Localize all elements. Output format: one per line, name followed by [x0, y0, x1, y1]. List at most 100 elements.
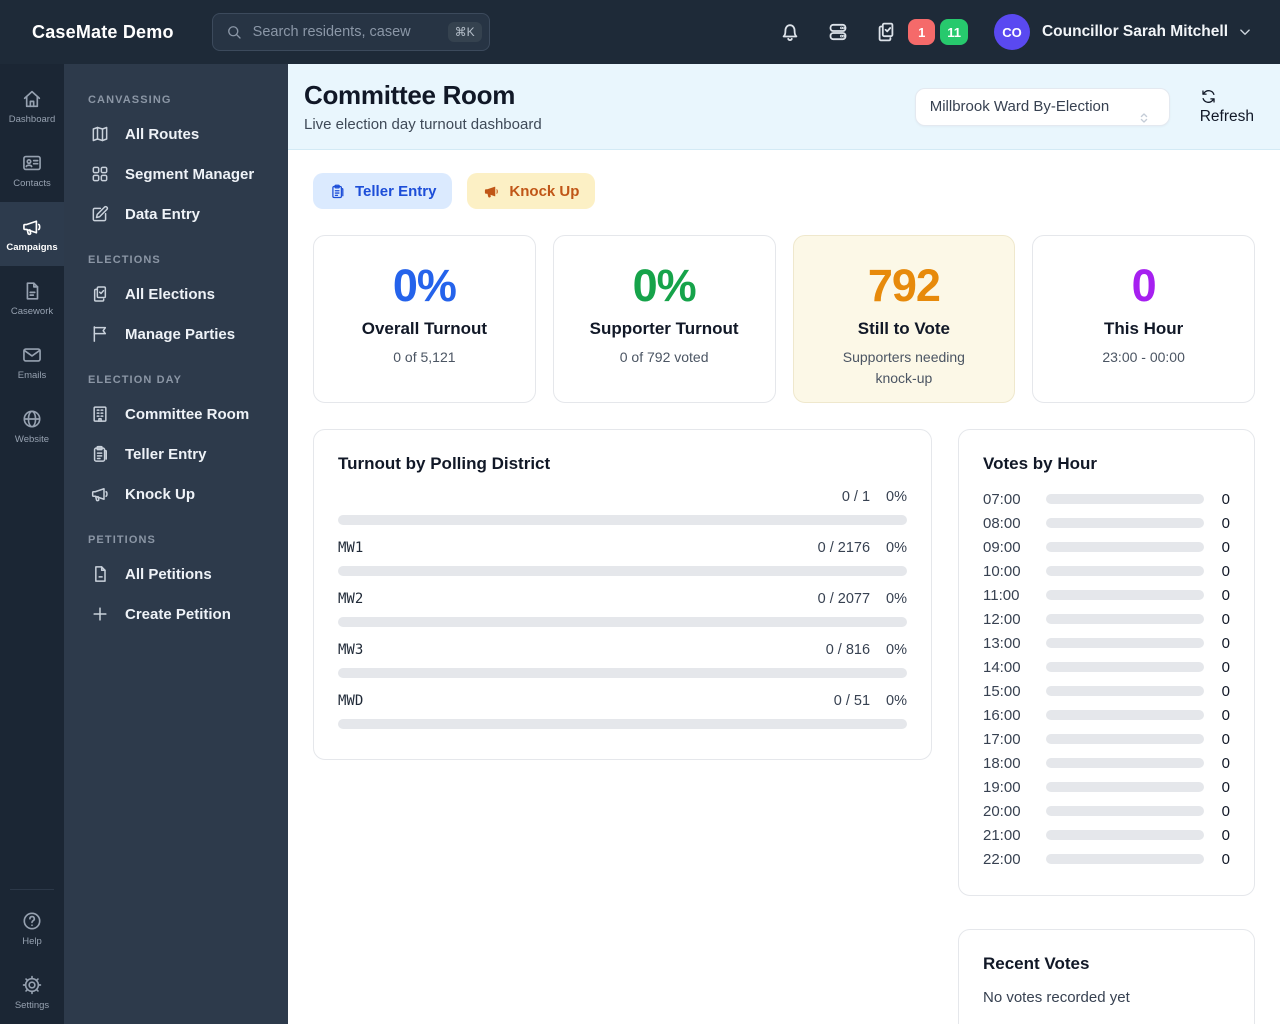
hour-bar: [1046, 590, 1204, 600]
select-updown-icon: [1140, 99, 1161, 123]
hour-label: 08:00: [983, 514, 1021, 532]
notifications-bell-icon[interactable]: [778, 20, 802, 44]
hour-label: 15:00: [983, 682, 1021, 700]
grid-icon: [92, 166, 108, 182]
clipboard-icon: [329, 183, 346, 200]
district-percent: 0%: [886, 642, 907, 658]
sidebar-item-committee-room[interactable]: Committee Room: [88, 394, 268, 434]
election-select[interactable]: Millbrook Ward By-Election: [914, 87, 1170, 126]
search-icon: [227, 26, 241, 39]
refresh-button[interactable]: Refresh: [1200, 88, 1254, 126]
hour-bar: [1046, 566, 1204, 576]
megaphone-icon: [483, 183, 500, 200]
hour-value: 0: [1221, 754, 1230, 772]
district-percent: 0%: [886, 591, 907, 607]
rail-item-campaigns[interactable]: Campaigns: [0, 202, 64, 266]
search-input[interactable]: [252, 24, 438, 40]
hour-row: 08:00 0: [983, 511, 1230, 535]
hour-value: 0: [1221, 730, 1230, 748]
stat-cards: 0% Overall Turnout 0 of 5,121 0% Supporter T…: [313, 235, 1255, 403]
rail-item-label: Dashboard: [8, 113, 56, 125]
hour-label: 09:00: [983, 538, 1021, 556]
rail-item-emails[interactable]: Emails: [0, 330, 64, 394]
hour-bar: [1046, 758, 1204, 768]
rail-item-website[interactable]: Website: [0, 394, 64, 458]
sidebar-item-label: Create Petition: [125, 605, 231, 623]
district-votes: 0 / 51: [833, 693, 871, 709]
sidebar-item-data-entry[interactable]: Data Entry: [88, 194, 268, 234]
district-row: MWD 0 / 51 0%: [338, 693, 907, 729]
home-icon: [23, 90, 41, 107]
rail-spacer: [0, 458, 64, 883]
sidebar-section-title: ELECTION DAY: [88, 374, 183, 386]
votes-by-hour-title: Votes by Hour: [983, 454, 1097, 473]
sidebar-item-teller-entry[interactable]: Teller Entry: [88, 434, 268, 474]
help-icon: [23, 911, 41, 930]
hour-row: 07:00 0: [983, 487, 1230, 511]
district-votes: 0 / 2077: [817, 591, 871, 607]
app-logo: CaseMate Demo: [32, 21, 174, 42]
document-icon: [26, 281, 39, 300]
recent-votes-empty-text: No votes recorded yet: [983, 989, 1130, 1006]
district-row: MW3 0 / 816 0%: [338, 642, 907, 678]
sidebar-section-title: PETITIONS: [88, 534, 156, 546]
hour-row: 16:00 0: [983, 703, 1230, 727]
hour-row: 21:00 0: [983, 823, 1230, 847]
updown-icon: [1140, 112, 1147, 123]
avatar[interactable]: CO: [993, 14, 1030, 50]
envelope-icon: [23, 347, 41, 362]
tasks-clipboard-icon[interactable]: [874, 20, 898, 44]
district-votes: 0 / 1: [841, 489, 871, 505]
hour-bar: [1046, 734, 1204, 744]
sidebar-item-label: Knock Up: [125, 485, 196, 503]
sidebar-item-create-petition[interactable]: Create Petition: [88, 594, 268, 634]
sidebar-item-knock-up[interactable]: Knock Up: [88, 474, 268, 514]
sidebar-item-all-petitions[interactable]: All Petitions: [88, 554, 268, 594]
sidebar-item-manage-parties[interactable]: Manage Parties: [88, 314, 268, 354]
hour-bar: [1046, 494, 1204, 504]
hour-label: 22:00: [983, 850, 1021, 868]
refresh-icon: [1200, 88, 1217, 105]
alert-count-badge[interactable]: 1: [908, 19, 936, 45]
sidebar-item-all-elections[interactable]: All Elections: [88, 274, 268, 314]
hour-label: 21:00: [983, 826, 1021, 844]
rail-item-help[interactable]: Help: [0, 896, 64, 960]
hour-label: 13:00: [983, 634, 1021, 652]
sidebar-item-label: Data Entry: [125, 205, 201, 223]
rail-item-label: Help: [22, 935, 42, 947]
rail-item-dashboard[interactable]: Dashboard: [0, 74, 64, 138]
hour-value: 0: [1221, 778, 1230, 796]
database-icon[interactable]: [826, 20, 850, 44]
global-search[interactable]: ⌘K: [211, 13, 490, 51]
stat-value: 0%: [632, 260, 697, 311]
page-subtitle: Live election day turnout dashboard: [304, 116, 542, 133]
stat-subtext: 23:00 - 00:00: [1102, 349, 1185, 366]
hour-label: 18:00: [983, 754, 1021, 772]
stat-subtext: 0 of 5,121: [393, 349, 456, 366]
rail-item-casework[interactable]: Casework: [0, 266, 64, 330]
rail-item-contacts[interactable]: Contacts: [0, 138, 64, 202]
rail-item-settings[interactable]: Settings: [0, 960, 64, 1024]
votes-by-hour-panel: Votes by Hour 07:00 0 08:00 0 09:00 0 10:00 0 11…: [958, 429, 1255, 896]
hour-value: 0: [1221, 490, 1230, 508]
hour-bar: [1046, 686, 1204, 696]
hour-row: 19:00 0: [983, 775, 1230, 799]
success-count-badge[interactable]: 11: [940, 19, 968, 45]
chevron-down-icon: [1240, 29, 1250, 35]
hour-bar: [1046, 638, 1204, 648]
district-percent: 0%: [886, 693, 907, 709]
district-percent: 0%: [886, 540, 907, 556]
teller-entry-button[interactable]: Teller Entry: [313, 173, 453, 209]
user-menu-chevron-down-icon[interactable]: [1236, 23, 1254, 41]
search-shortcut-badge: ⌘K: [447, 22, 482, 42]
hour-label: 07:00: [983, 490, 1021, 508]
knock-up-button[interactable]: Knock Up: [467, 173, 596, 209]
file-icon: [95, 566, 106, 582]
district-label: MW1: [338, 540, 364, 556]
sidebar-item-segment-manager[interactable]: Segment Manager: [88, 154, 268, 194]
stat-card-overall-turnout: 0% Overall Turnout 0 of 5,121: [313, 235, 536, 403]
hour-label: 11:00: [983, 586, 1020, 604]
hour-bar: [1046, 806, 1204, 816]
hour-bar: [1046, 782, 1204, 792]
sidebar-item-all-routes[interactable]: All Routes: [88, 114, 268, 154]
